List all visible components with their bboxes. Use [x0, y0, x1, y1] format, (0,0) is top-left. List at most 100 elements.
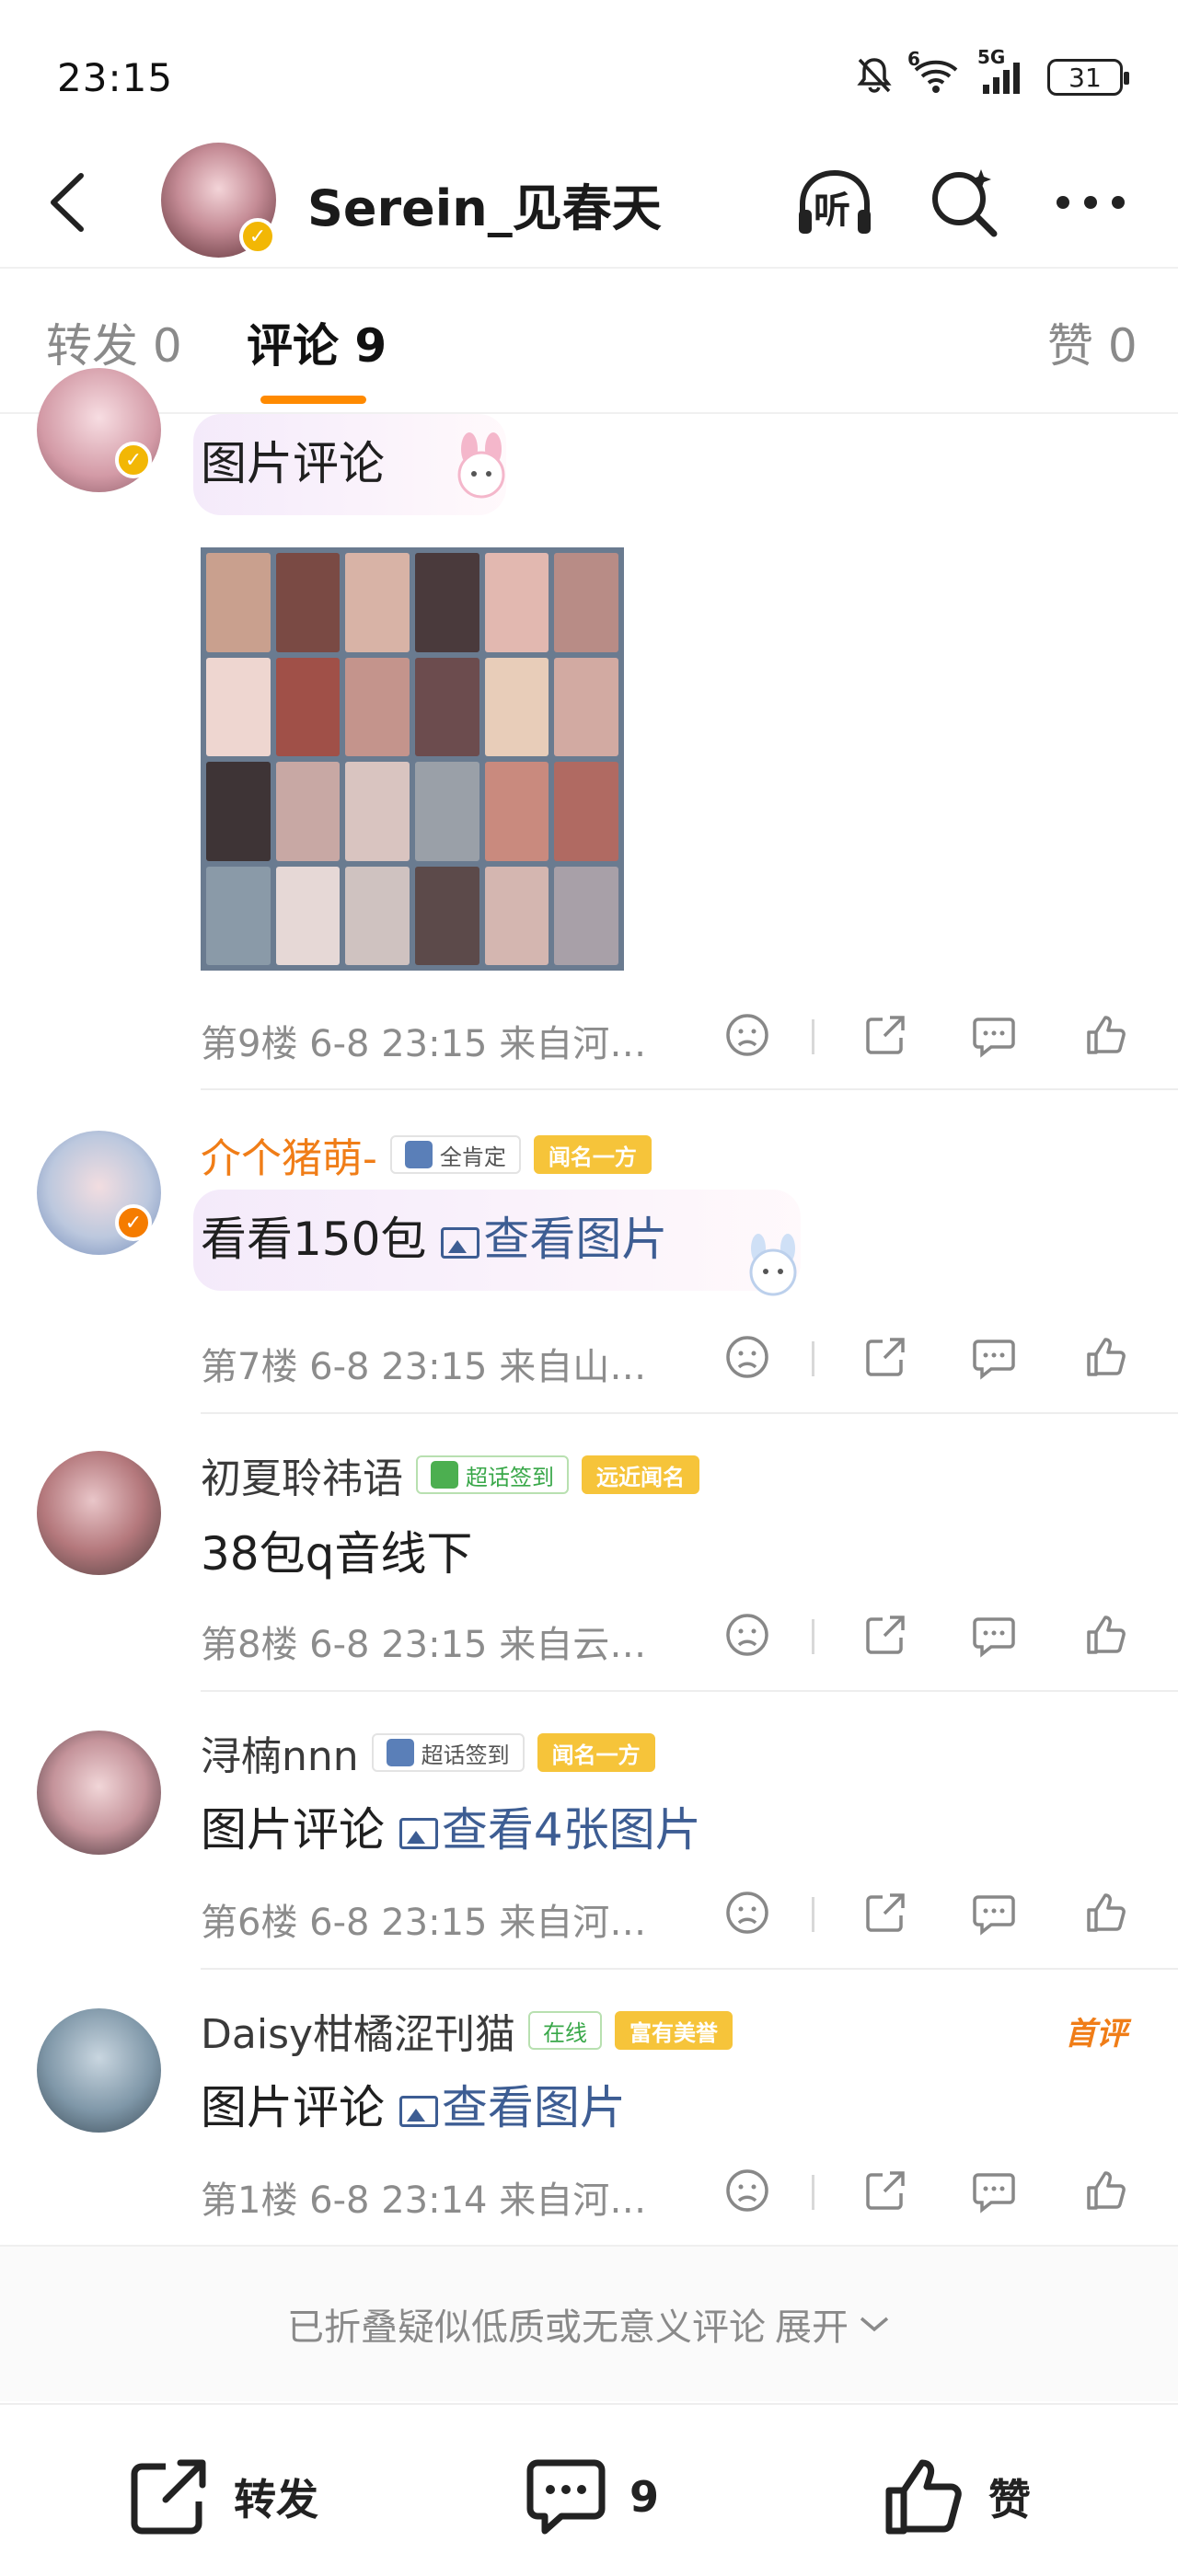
view-images-link[interactable]: 查看4张图片 [398, 1803, 701, 1857]
user-badge[interactable]: 闻名一方 [533, 1135, 652, 1174]
view-images-label: 查看4张图片 [441, 1803, 701, 1857]
comment-item: ✓ 图片评论 第9楼 6-8 23:15 来自河… [0, 368, 1178, 1090]
tab-comments[interactable]: 评论 9 [247, 309, 387, 375]
photo-cell [275, 762, 341, 861]
like-bottom-button[interactable]: 赞 [884, 2455, 1031, 2538]
status-bar: 23:15 6 5G 31 [0, 0, 1178, 138]
listen-button[interactable]: 听 [793, 166, 876, 239]
commenter-name[interactable]: 初夏聆祎语 [201, 1445, 403, 1504]
folded-comments-bar[interactable]: 已折叠疑似低质或无意义评论 展开 [0, 2245, 1178, 2401]
app-root: 23:15 6 5G 31 ✓ Serein_见春天 听 转发 0 评论 9 赞… [0, 0, 1178, 2576]
comment-item: Daisy柑橘涩刊猫 在线 富有美誉 首评 图片评论 查看图片 第1楼 6-8 … [0, 1970, 1178, 2245]
commenter-name[interactable]: 浔楠nnn [201, 1723, 359, 1782]
badge-label: 超话签到 [466, 1464, 554, 1490]
action-divider [812, 1019, 814, 1054]
view-image-label: 查看图片 [483, 1213, 668, 1266]
dislike-button[interactable] [720, 1880, 775, 1945]
share-button[interactable] [858, 1880, 913, 1945]
reply-icon [973, 1340, 1015, 1380]
back-button[interactable] [35, 167, 99, 237]
battery-level: 31 [1068, 62, 1102, 93]
share-icon [866, 1016, 905, 1054]
view-image-label: 查看图片 [441, 2081, 626, 2134]
repost-label: 转发 [234, 2475, 318, 2524]
like-button[interactable] [1079, 1880, 1134, 1945]
comment-actions [720, 2158, 1134, 2223]
like-button[interactable] [1079, 1325, 1134, 1389]
like-label: 赞 [988, 2475, 1031, 2524]
dislike-button[interactable] [720, 2158, 775, 2223]
photo-cell [206, 657, 271, 756]
dislike-button[interactable] [720, 1603, 775, 1667]
tab-reposts[interactable]: 转发 0 [46, 309, 182, 375]
expand-label[interactable]: 展开 [775, 2297, 849, 2351]
action-divider [812, 1897, 814, 1932]
share-icon [866, 1893, 905, 1932]
wifi-sub-label: 6 [907, 48, 920, 70]
reply-button[interactable] [966, 1003, 1022, 1067]
dislike-button[interactable] [720, 1003, 775, 1067]
share-button[interactable] [858, 1325, 913, 1389]
commenter-name[interactable]: 介个猪萌- [201, 1125, 377, 1184]
photo-cell [345, 657, 410, 756]
action-divider [812, 2175, 814, 2210]
view-image-link[interactable]: 查看图片 [441, 1213, 667, 1266]
share-button[interactable] [858, 1603, 913, 1667]
user-badge[interactable]: 超话签到 [371, 1733, 525, 1772]
photo-cell [206, 553, 271, 652]
share-button[interactable] [858, 1003, 913, 1067]
view-image-link[interactable]: 查看图片 [398, 2081, 626, 2134]
reply-button[interactable] [966, 1603, 1022, 1667]
search-button[interactable] [923, 166, 1006, 239]
more-button[interactable] [1049, 166, 1132, 239]
commenter-avatar[interactable] [37, 1731, 161, 1855]
dislike-button[interactable] [720, 1325, 775, 1389]
commenter-name[interactable]: Daisy柑橘涩刊猫 [201, 2001, 515, 2060]
commenter-avatar[interactable] [37, 2008, 161, 2133]
badge-label: 富有美誉 [629, 2019, 719, 2046]
image-icon [398, 1817, 438, 1849]
badge-label: 全肯定 [439, 1144, 506, 1170]
wifi-icon: 6 [907, 48, 959, 98]
tab-likes[interactable]: 赞 0 [1047, 309, 1138, 375]
commenter-avatar[interactable]: ✓ [37, 368, 161, 492]
reply-icon [973, 1895, 1015, 1936]
author-name[interactable]: Serein_见春天 [307, 167, 662, 240]
photo-cell [484, 866, 549, 965]
listen-label: 听 [814, 190, 850, 232]
commenter-avatar[interactable] [37, 1451, 161, 1575]
user-badge[interactable]: 闻名一方 [537, 1733, 655, 1772]
like-button[interactable] [1079, 2158, 1134, 2223]
comment-meta: 第8楼 6-8 23:15 来自云… [201, 1624, 647, 1666]
reply-button[interactable] [966, 2158, 1022, 2223]
dislike-icon [726, 1614, 768, 1656]
name-row: Daisy柑橘涩刊猫 在线 富有美誉 [201, 2003, 733, 2058]
like-button[interactable] [1079, 1603, 1134, 1667]
repost-button[interactable]: 转发 [129, 2455, 318, 2538]
search-sparkle-icon [932, 169, 998, 237]
share-icon [866, 2171, 905, 2210]
photo-cell [554, 553, 618, 652]
calendar-check-icon [404, 1141, 433, 1168]
user-badge[interactable]: 超话签到 [416, 1455, 569, 1494]
comment-photo[interactable] [201, 547, 624, 971]
comment-meta: 第1楼 6-8 23:14 来自河… [201, 2179, 647, 2222]
user-badge[interactable]: 远近闻名 [582, 1455, 699, 1494]
action-divider [812, 1619, 814, 1654]
user-badge[interactable]: 富有美誉 [615, 2011, 733, 2050]
like-button[interactable] [1079, 1003, 1134, 1067]
commenter-avatar[interactable]: ✓ [37, 1131, 161, 1255]
reply-button[interactable] [966, 1325, 1022, 1389]
back-arrow-icon [51, 173, 84, 232]
badge-label: 超话签到 [421, 1742, 510, 1768]
comment-button[interactable]: 9 [525, 2455, 659, 2538]
comment-item: 浔楠nnn 超话签到 闻名一方 图片评论 查看4张图片 第6楼 6-8 23:1… [0, 1692, 1178, 1970]
user-badge[interactable]: 全肯定 [389, 1135, 521, 1174]
author-avatar[interactable]: ✓ [161, 143, 276, 258]
reply-button[interactable] [966, 1880, 1022, 1945]
badge-label: 闻名一方 [548, 1144, 637, 1170]
comment-count: 9 [629, 2472, 660, 2522]
share-button[interactable] [858, 2158, 913, 2223]
comment-text: 图片评论 查看4张图片 [201, 1793, 701, 1859]
name-row: 介个猪萌- 全肯定 闻名一方 [201, 1127, 652, 1182]
